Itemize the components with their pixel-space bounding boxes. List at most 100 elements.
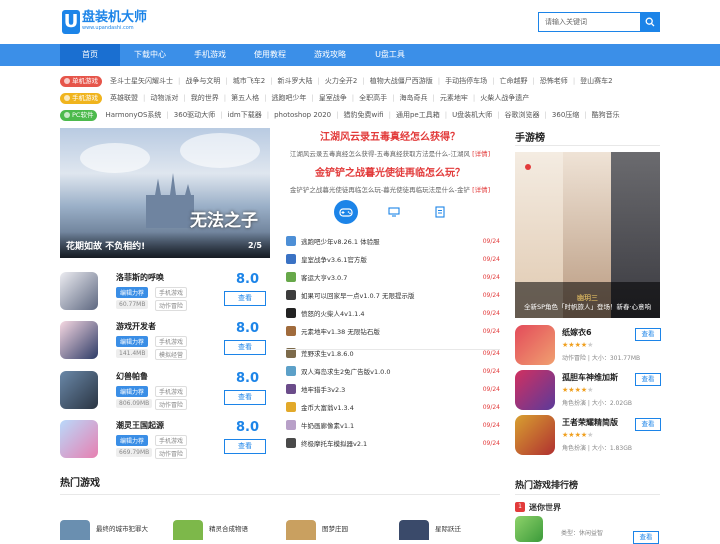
list-item-name[interactable]: 元素地牢v1.38 无限钻石版 xyxy=(301,326,483,336)
list-item-name[interactable]: 金币大富翁v1.3.4 xyxy=(301,402,483,412)
list-item[interactable]: 元素地牢v1.38 无限钻石版 09/24 xyxy=(286,324,500,338)
game-card[interactable]: 潮灵王国起源 编辑力荐 手机游戏 669.79MB 动作冒险 8.0 查看 xyxy=(60,420,270,470)
nav-guides[interactable]: 游戏攻略 xyxy=(300,44,360,66)
category-tag[interactable]: PC软件 xyxy=(60,109,98,121)
list-item[interactable]: 客运大亨v3.0.7 09/24 xyxy=(286,270,500,284)
view-button[interactable]: 查看 xyxy=(635,328,661,341)
site-logo[interactable]: U 盘装机大师 www.upandashi.com xyxy=(62,10,147,34)
sidebar-game[interactable]: 王者荣耀精简版 ★★★★★ 角色扮演 | 大小：1.83GB 查看 xyxy=(515,415,661,457)
tag-link[interactable]: 皇室战争 xyxy=(319,93,347,103)
tag-link[interactable]: 战争与文明 xyxy=(185,76,220,86)
list-item[interactable]: 金币大富翁v1.3.4 09/24 xyxy=(286,400,500,414)
tab-mobile-games[interactable] xyxy=(334,200,358,224)
game-name[interactable]: 洛菲斯的呼唤 xyxy=(116,272,164,283)
game-thumbnail[interactable] xyxy=(399,520,429,540)
game-name[interactable]: 幻兽帕鲁 xyxy=(116,371,148,382)
hot-game-item[interactable]: 星际跃迁 xyxy=(399,520,461,540)
tag-link[interactable]: HarmonyOS系统 xyxy=(105,110,161,120)
game-thumbnail[interactable] xyxy=(515,415,555,455)
view-button[interactable]: 查看 xyxy=(224,390,266,405)
game-thumbnail[interactable] xyxy=(60,371,98,409)
game-thumbnail[interactable] xyxy=(173,520,203,540)
tag-link[interactable]: 英雄联盟 xyxy=(110,93,138,103)
tab-pc-software[interactable] xyxy=(382,200,406,224)
list-item-name[interactable]: 如果可以回家早一点v1.0.7 无限提示版 xyxy=(301,290,483,300)
tag-link[interactable]: 动物派对 xyxy=(150,93,178,103)
tag-link[interactable]: 火柴人战争遗产 xyxy=(480,93,529,103)
tag-link[interactable]: 火力全开2 xyxy=(325,76,357,86)
game-name[interactable]: 星际跃迁 xyxy=(435,523,461,540)
tag-link[interactable]: photoshop 2020 xyxy=(274,111,331,119)
game-name[interactable]: 精灵合成物语 xyxy=(209,523,248,540)
headline-more-link[interactable]: [详情] xyxy=(472,186,490,194)
sidebar-ad[interactable]: 幽玥三 全新SP角色「时帆旅人」登场！新春·心意响 xyxy=(515,152,660,318)
view-button[interactable]: 查看 xyxy=(635,418,661,431)
view-button[interactable]: 查看 xyxy=(224,439,266,454)
game-card[interactable]: 洛菲斯的呼唤 编辑力荐 手机游戏 60.77MB 动作冒险 8.0 查看 xyxy=(60,272,270,322)
game-name[interactable]: 图梦庄园 xyxy=(322,523,348,540)
game-name[interactable]: 潮灵王国起源 xyxy=(116,420,164,431)
tag-link[interactable]: 元素地牢 xyxy=(440,93,468,103)
tag-link[interactable]: 亡命越野 xyxy=(499,76,527,86)
tag-link[interactable]: 360压缩 xyxy=(552,110,579,120)
tab-articles[interactable] xyxy=(428,200,452,224)
list-item[interactable]: 皇室战争v3.6.1官方版 09/24 xyxy=(286,252,500,266)
game-thumbnail[interactable] xyxy=(60,520,90,540)
nav-tutorials[interactable]: 使用教程 xyxy=(240,44,300,66)
game-thumbnail[interactable] xyxy=(60,272,98,310)
tag-link[interactable]: 我的世界 xyxy=(191,93,219,103)
tag-link[interactable]: 城市飞车2 xyxy=(233,76,265,86)
headline-article-1[interactable]: 江湖风云录五毒真经怎么获得？ 江湖风云录五毒真经怎么获得-五毒真经获取方法是什么… xyxy=(280,128,500,158)
headline-article-2[interactable]: 金铲铲之战暮光使徒再临怎么玩？ 金铲铲之战暮光使徒再临怎么玩-暮光使徒再临玩法是… xyxy=(280,164,500,194)
hot-game-item[interactable]: 最终的城市犯罪大 xyxy=(60,520,148,540)
game-name[interactable]: 最终的城市犯罪大 xyxy=(96,523,148,540)
list-item-name[interactable]: 牛奶画廊像素v1.1 xyxy=(301,420,483,430)
tag-link[interactable]: idm下载器 xyxy=(228,110,262,120)
game-name[interactable]: 纸嫁衣6 xyxy=(562,327,592,338)
tag-link[interactable]: 逃跑吧少年 xyxy=(271,93,306,103)
tag-link[interactable]: 圣斗士星矢闪耀斗士 xyxy=(110,76,173,86)
category-tag[interactable]: 单机游戏 xyxy=(60,75,102,87)
headline-title[interactable]: 金铲铲之战暮光使徒再临怎么玩？ xyxy=(280,164,500,179)
list-item-name[interactable]: 客运大亨v3.0.7 xyxy=(301,272,483,282)
headline-title[interactable]: 江湖风云录五毒真经怎么获得？ xyxy=(280,128,500,143)
tag-link[interactable]: 新斗罗大陆 xyxy=(278,76,313,86)
tag-link[interactable]: 登山赛车2 xyxy=(580,76,612,86)
game-name[interactable]: 孤胆车神维加斯 xyxy=(562,372,618,383)
view-button[interactable]: 查看 xyxy=(224,340,266,355)
tag-link[interactable]: 第五人格 xyxy=(231,93,259,103)
tag-link[interactable]: U盘装机大师 xyxy=(452,110,492,120)
list-item-name[interactable]: 终极摩托车模拟器v2.1 xyxy=(301,438,483,448)
view-button[interactable]: 查看 xyxy=(224,291,266,306)
game-thumbnail[interactable] xyxy=(60,321,98,359)
view-button[interactable]: 查看 xyxy=(635,373,661,386)
tag-link[interactable]: 酷狗音乐 xyxy=(592,110,620,120)
tag-link[interactable]: 全职高手 xyxy=(359,93,387,103)
sidebar-game[interactable]: 孤胆车神维加斯 ★★★★★ 角色扮演 | 大小：2.02GB 查看 xyxy=(515,370,661,412)
tag-link[interactable]: 猎豹免费wifi xyxy=(344,110,384,120)
nav-usb-tools[interactable]: U盘工具 xyxy=(360,44,420,66)
hot-game-item[interactable]: 图梦庄园 xyxy=(286,520,348,540)
tag-link[interactable]: 通用pe工具箱 xyxy=(396,110,440,120)
nav-mobile-games[interactable]: 手机游戏 xyxy=(180,44,240,66)
list-item[interactable]: 逃跑吧少年v8.26.1 体验服 09/24 xyxy=(286,234,500,248)
list-item[interactable]: 双人海岛求生2免广告版v1.0.0 09/24 xyxy=(286,364,500,378)
list-item-name[interactable]: 皇室战争v3.6.1官方版 xyxy=(301,254,483,264)
game-thumbnail[interactable] xyxy=(515,325,555,365)
nav-home[interactable]: 首页 xyxy=(60,44,120,66)
sidebar-game[interactable]: 纸嫁衣6 ★★★★★ 动作冒险 | 大小：301.77MB 查看 xyxy=(515,325,661,367)
search-button[interactable] xyxy=(640,12,660,32)
tag-link[interactable]: 360驱动大师 xyxy=(174,110,215,120)
tag-link[interactable]: 恐怖老师 xyxy=(540,76,568,86)
game-thumbnail[interactable] xyxy=(286,520,316,540)
search-input[interactable]: 请输入关键词 xyxy=(538,12,640,32)
list-item-name[interactable]: 逃跑吧少年v8.26.1 体验服 xyxy=(301,236,483,246)
list-item-name[interactable]: 双人海岛求生2免广告版v1.0.0 xyxy=(301,366,483,376)
list-item-name[interactable]: 愤怒的火柴人4v1.1.4 xyxy=(301,308,483,318)
rank-view-button[interactable]: 查看 xyxy=(633,531,659,544)
list-item[interactable]: 终极摩托车模拟器v2.1 09/24 xyxy=(286,436,500,450)
banner-carousel[interactable]: 无法之子 花期如故 不负相约! 2/5 xyxy=(60,128,270,258)
list-item[interactable]: 地牢猎手3v2.3 09/24 xyxy=(286,382,500,396)
category-tag[interactable]: 手机游戏 xyxy=(60,92,102,104)
game-card[interactable]: 游戏开发者 编辑力荐 手机游戏 141.4MB 模拟经营 8.0 查看 xyxy=(60,321,270,371)
